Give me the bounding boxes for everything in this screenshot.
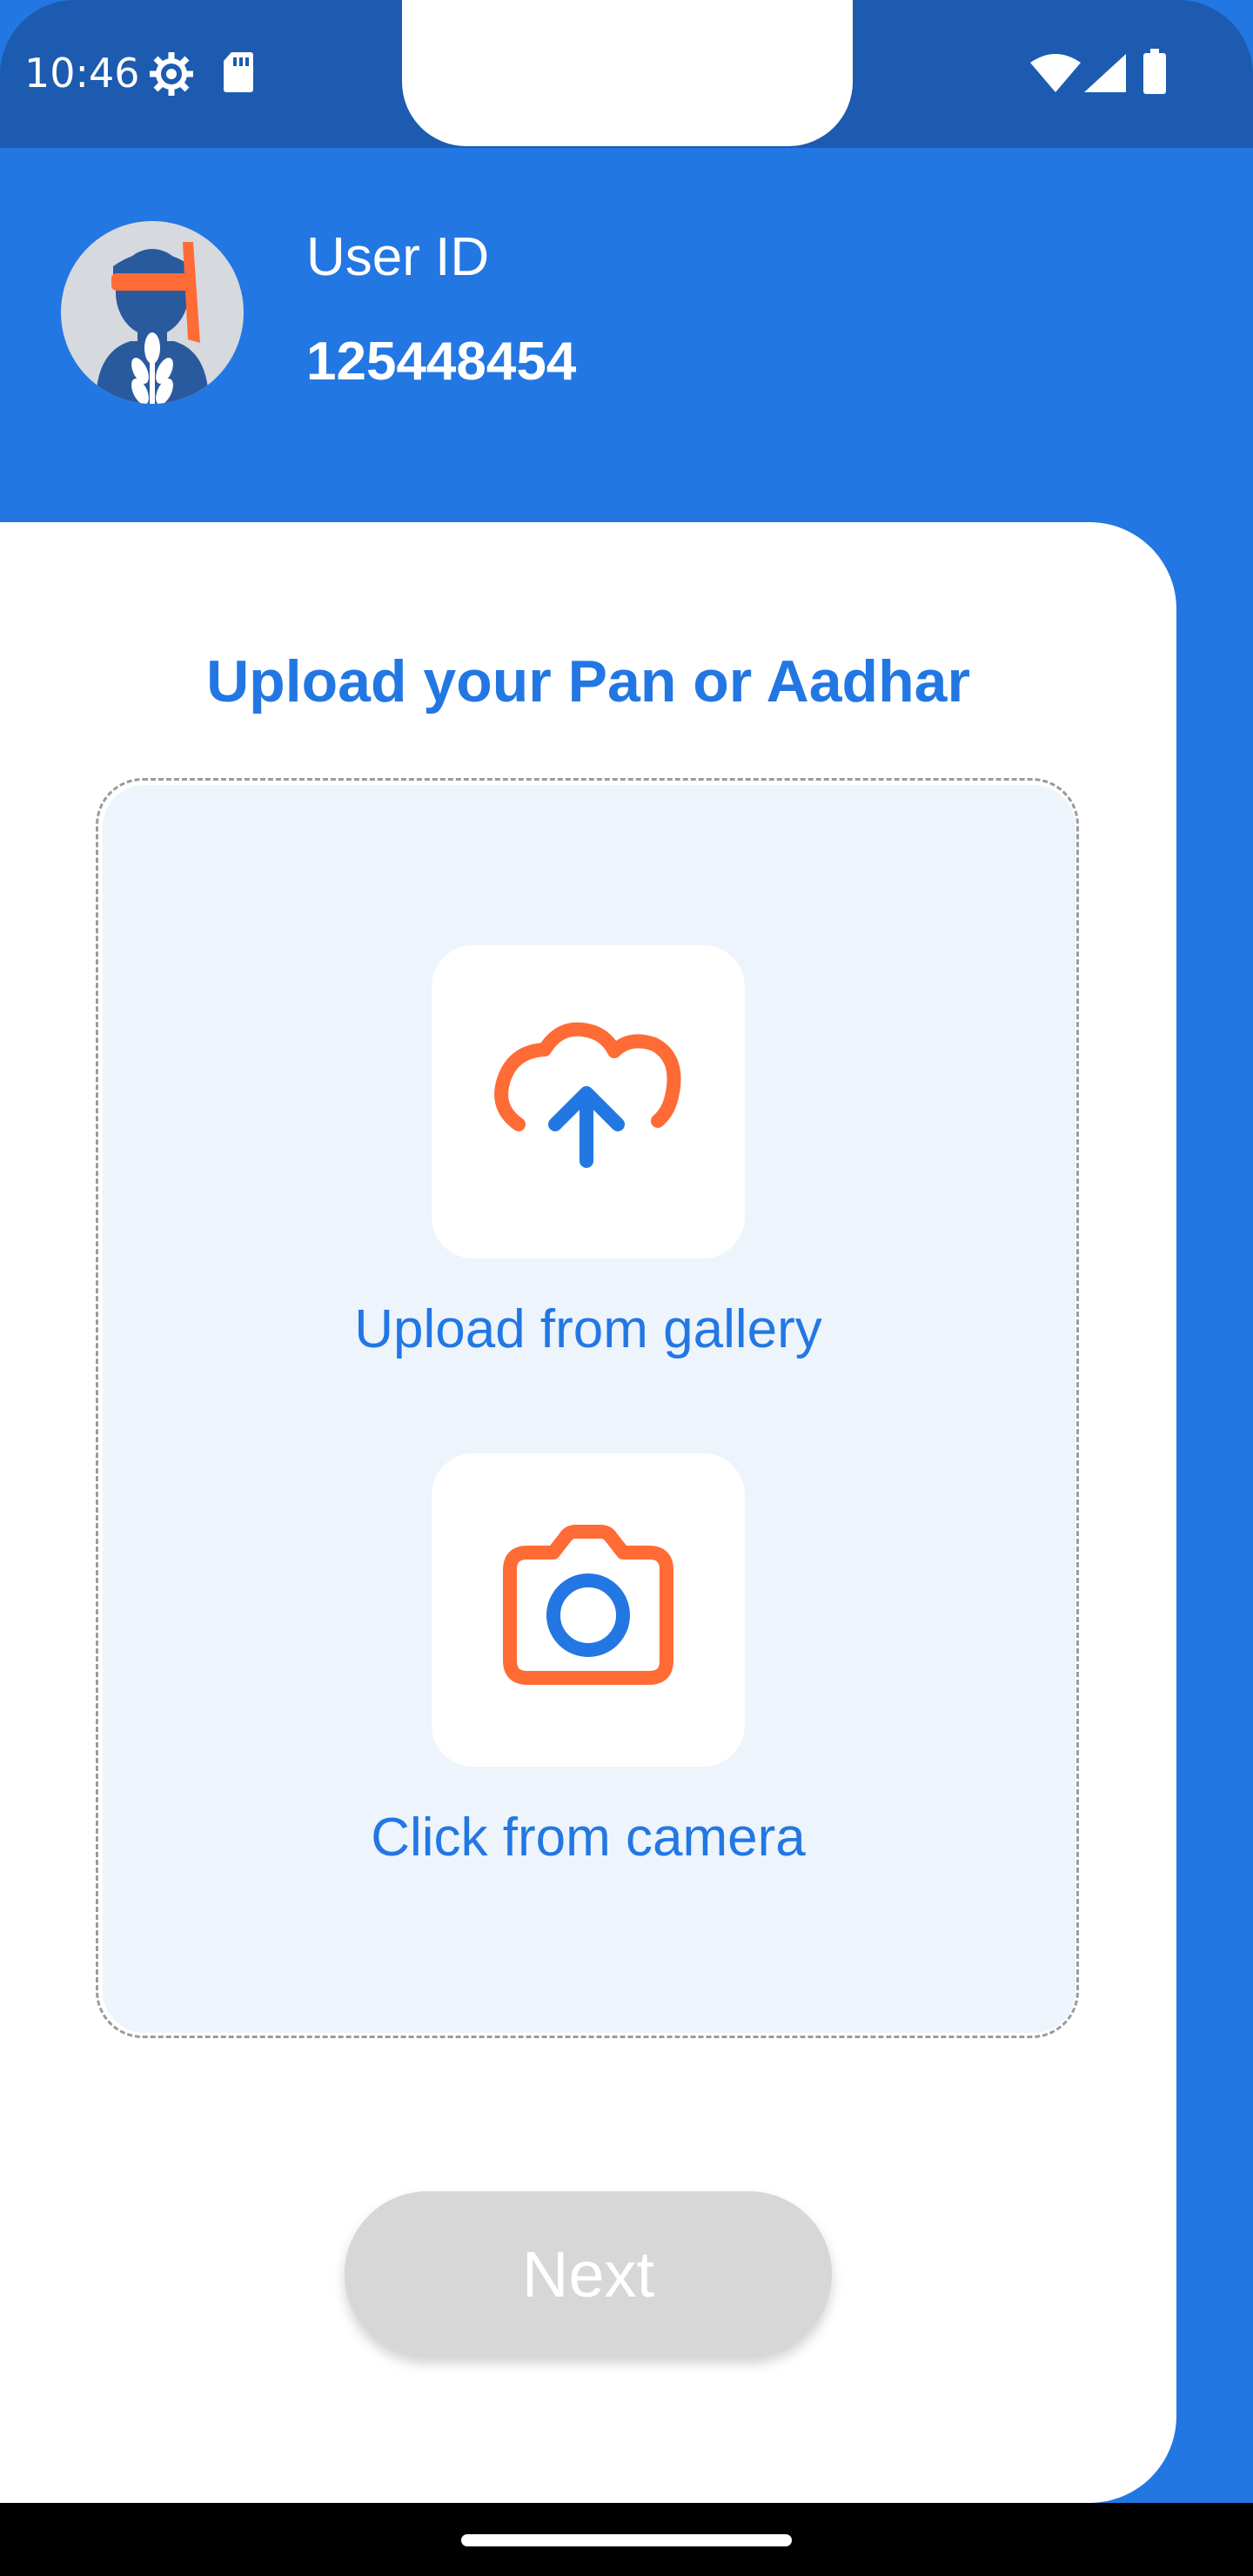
user-id-label: User ID [306, 227, 490, 287]
upload-from-gallery-label[interactable]: Upload from gallery [0, 1295, 1176, 1365]
click-from-camera-label[interactable]: Click from camera [0, 1803, 1176, 1873]
home-indicator[interactable] [461, 2534, 792, 2546]
camera-notch [402, 0, 853, 146]
next-button[interactable]: Next [345, 2191, 832, 2357]
upload-title: Upload your Pan or Aadhar [206, 648, 970, 714]
farmer-avatar-icon [61, 221, 244, 404]
user-id-value: 125448454 [306, 332, 577, 392]
upload-from-gallery-button[interactable] [432, 945, 745, 1258]
battery-icon [1143, 49, 1166, 98]
signal-icon [1084, 54, 1126, 97]
wifi-icon [1030, 54, 1081, 97]
settings-gear-icon [148, 50, 195, 102]
status-time: 10:46 [24, 50, 140, 97]
sd-card-icon [223, 50, 254, 98]
cloud-upload-icon [484, 1013, 693, 1191]
camera-icon [484, 1513, 693, 1708]
click-from-camera-button[interactable] [432, 1453, 745, 1767]
